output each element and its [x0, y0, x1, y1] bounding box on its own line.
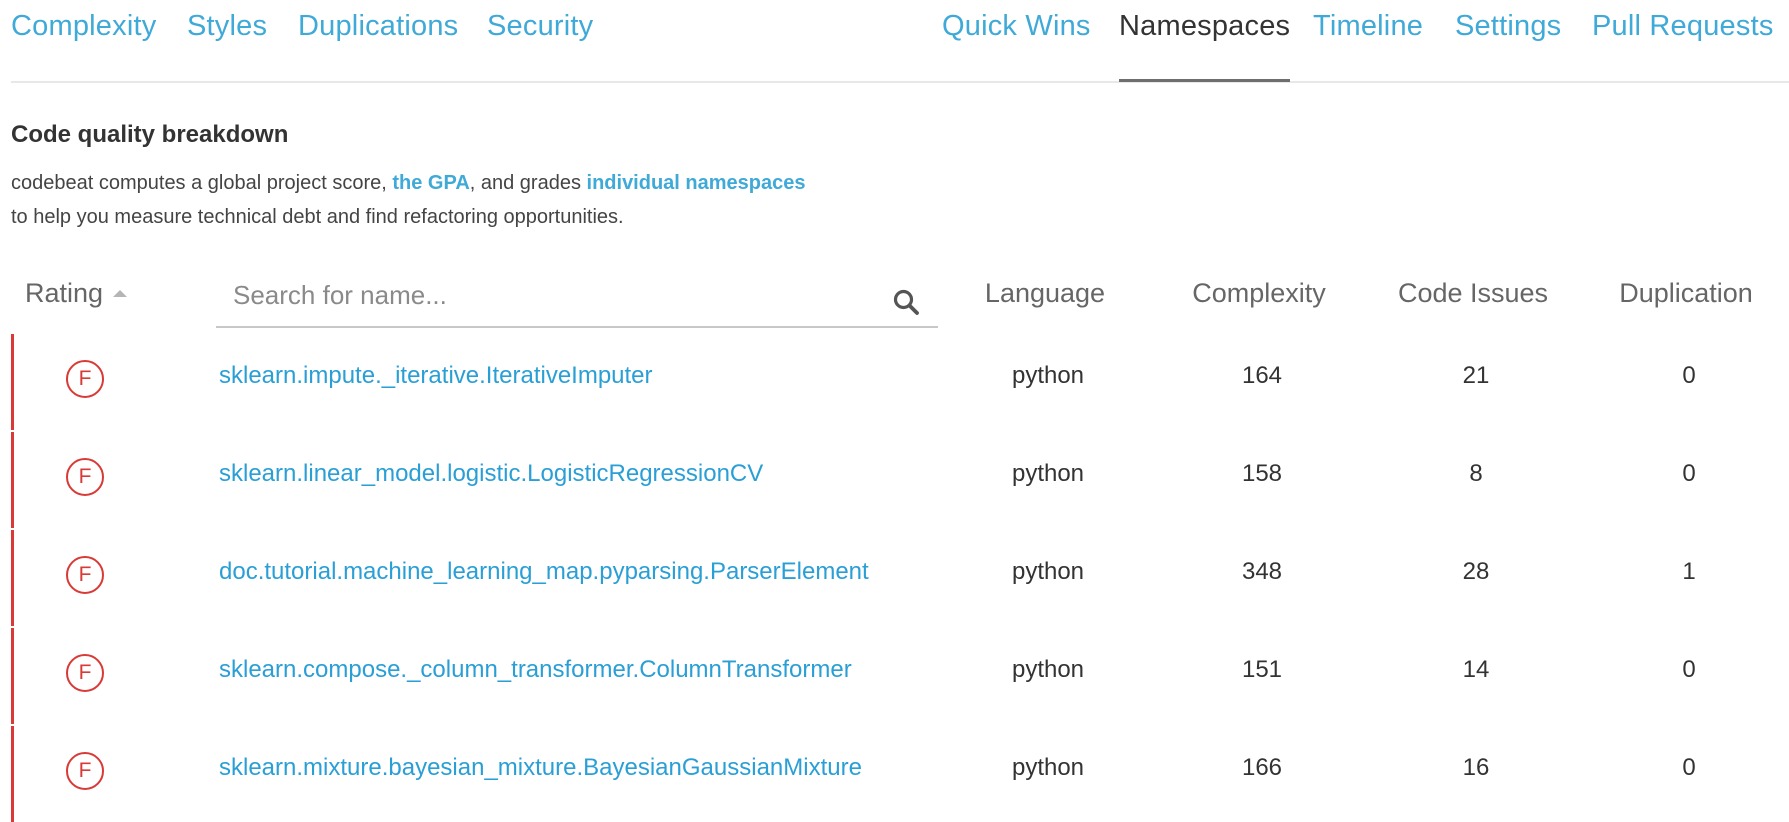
nav-quick-wins[interactable]: Quick Wins [942, 10, 1091, 43]
complexity-cell: 348 [1241, 558, 1283, 585]
search-input[interactable] [233, 276, 873, 314]
table-row: F doc.tutorial.machine_learning_map.pypa… [11, 530, 1789, 626]
table-row: F sklearn.mixture.bayesian_mixture.Bayes… [11, 726, 1789, 822]
code-issues-cell: 16 [1462, 754, 1490, 781]
code-issues-cell: 14 [1462, 656, 1490, 683]
duplication-cell: 0 [1682, 656, 1696, 683]
duplication-cell: 0 [1682, 362, 1696, 389]
nav-complexity[interactable]: Complexity [11, 10, 156, 43]
grade-badge: F [66, 752, 104, 790]
code-issues-cell: 28 [1462, 558, 1490, 585]
complexity-column-header[interactable]: Complexity [1192, 278, 1326, 309]
individual-namespaces-link[interactable]: individual namespaces [587, 172, 806, 194]
complexity-cell: 158 [1241, 460, 1283, 487]
nav-security[interactable]: Security [487, 10, 593, 43]
namespace-link[interactable]: sklearn.mixture.bayesian_mixture.Bayesia… [219, 754, 862, 782]
duplication-column-header[interactable]: Duplication [1619, 278, 1753, 309]
rating-column-header[interactable]: Rating [25, 278, 128, 309]
nav-duplications[interactable]: Duplications [298, 10, 458, 43]
language-column-header[interactable]: Language [985, 278, 1105, 309]
namespace-link[interactable]: sklearn.compose._column_transformer.Colu… [219, 656, 852, 684]
duplication-cell: 0 [1682, 460, 1696, 487]
top-navigation: Complexity Styles Duplications Security … [11, 0, 1789, 83]
grade-badge: F [66, 360, 104, 398]
code-issues-cell: 8 [1469, 460, 1483, 487]
language-cell: python [1011, 558, 1085, 585]
language-cell: python [1011, 460, 1085, 487]
duplication-cell: 1 [1682, 558, 1696, 585]
grade-badge: F [66, 458, 104, 496]
namespace-link[interactable]: sklearn.linear_model.logistic.LogisticRe… [219, 460, 763, 488]
grade-badge: F [66, 654, 104, 692]
nav-namespaces[interactable]: Namespaces [1119, 10, 1291, 82]
complexity-cell: 151 [1241, 656, 1283, 683]
nav-settings[interactable]: Settings [1455, 10, 1561, 43]
table-row: F sklearn.compose._column_transformer.Co… [11, 628, 1789, 724]
description-prefix: codebeat computes a global project score… [11, 172, 393, 194]
search-icon[interactable] [892, 288, 920, 316]
rating-header-label: Rating [25, 278, 104, 308]
description-line-2: to help you measure technical debt and f… [11, 206, 624, 228]
section-title: Code quality breakdown [11, 121, 289, 148]
code-issues-cell: 21 [1462, 362, 1490, 389]
description-line-1: codebeat computes a global project score… [11, 166, 806, 200]
description-middle: , and grades [469, 172, 587, 194]
namespace-link[interactable]: doc.tutorial.machine_learning_map.pypars… [219, 558, 869, 586]
nav-timeline[interactable]: Timeline [1313, 10, 1423, 43]
language-cell: python [1011, 754, 1085, 781]
language-cell: python [1011, 362, 1085, 389]
description: codebeat computes a global project score… [11, 166, 806, 234]
gpa-link[interactable]: the GPA [392, 172, 469, 194]
sort-ascending-icon [113, 290, 128, 297]
table-row: F sklearn.impute._iterative.IterativeImp… [11, 334, 1789, 430]
namespace-link[interactable]: sklearn.impute._iterative.IterativeImput… [219, 362, 653, 390]
grade-badge: F [66, 556, 104, 594]
complexity-cell: 166 [1241, 754, 1283, 781]
duplication-cell: 0 [1682, 754, 1696, 781]
nav-pull-requests[interactable]: Pull Requests [1592, 10, 1774, 43]
search-field [216, 270, 938, 328]
complexity-cell: 164 [1241, 362, 1283, 389]
table-row: F sklearn.linear_model.logistic.Logistic… [11, 432, 1789, 528]
nav-styles[interactable]: Styles [187, 10, 267, 43]
code-issues-column-header[interactable]: Code Issues [1398, 278, 1548, 309]
language-cell: python [1011, 656, 1085, 683]
